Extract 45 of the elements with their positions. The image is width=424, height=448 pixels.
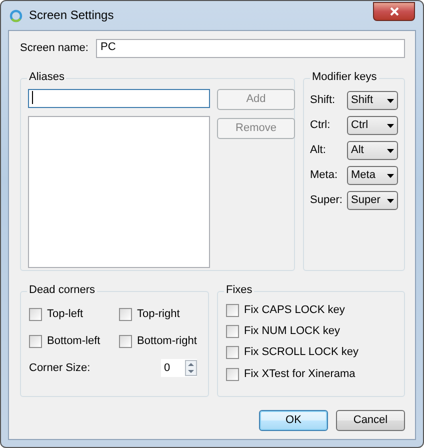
alias-input-field[interactable] (28, 89, 210, 108)
dropdown-arrow-icon (387, 98, 394, 102)
close-icon (390, 6, 398, 16)
checkbox-label: Top-right (137, 308, 180, 322)
dropdown-arrow-icon (387, 198, 394, 202)
modifier-dropdown[interactable]: Ctrl (347, 116, 398, 135)
dropdown-arrow-icon (387, 124, 394, 128)
dropdown-arrow-icon (387, 174, 394, 178)
modifier-dropdown[interactable]: Shift (347, 91, 398, 110)
modifier-dropdown[interactable]: Super (347, 191, 398, 210)
modifier-dropdown[interactable]: Meta (347, 166, 398, 185)
dialog-button[interactable]: OK (259, 410, 328, 431)
checkbox-label: Bottom-right (137, 335, 197, 348)
checkbox-label: Fix XTest for Xinerama (244, 368, 356, 381)
corner-size-spinbox[interactable]: 0 (160, 358, 198, 378)
close-button[interactable] (373, 2, 415, 20)
checkbox[interactable] (226, 346, 239, 360)
field-label: Ctrl: (310, 118, 332, 132)
spin-arrows-icon (185, 360, 197, 376)
checkbox-label: Bottom-left (47, 335, 100, 348)
checkbox-label: Fix SCROLL LOCK key (244, 346, 359, 360)
checkbox[interactable] (226, 304, 239, 318)
field-label: Super: (310, 194, 344, 208)
field-label: Alt: (310, 144, 327, 158)
checkbox[interactable] (119, 308, 132, 322)
checkbox[interactable] (29, 308, 42, 322)
checkbox[interactable] (29, 335, 42, 348)
checkbox[interactable] (226, 368, 239, 381)
checkbox-label: Top-left (47, 308, 84, 322)
dialog-button[interactable]: Cancel (336, 410, 405, 431)
checkbox-label: Fix CAPS LOCK key (244, 304, 345, 318)
checkbox[interactable] (119, 335, 132, 348)
field-label: Corner Size: (29, 362, 90, 375)
screen-name-field[interactable]: PC (96, 39, 405, 58)
field-label: Screen name: (20, 42, 88, 56)
field-label: Meta: (310, 168, 339, 182)
app-icon (9, 8, 23, 22)
field-label: Shift: (310, 94, 336, 108)
window-title: Screen Settings (29, 8, 114, 23)
aliases-list[interactable] (28, 116, 210, 268)
group-title: Modifier keys (310, 71, 379, 84)
modifier-dropdown[interactable]: Alt (347, 141, 398, 160)
checkbox[interactable] (226, 325, 239, 338)
dropdown-arrow-icon (387, 148, 394, 152)
checkbox-label: Fix NUM LOCK key (244, 325, 340, 338)
